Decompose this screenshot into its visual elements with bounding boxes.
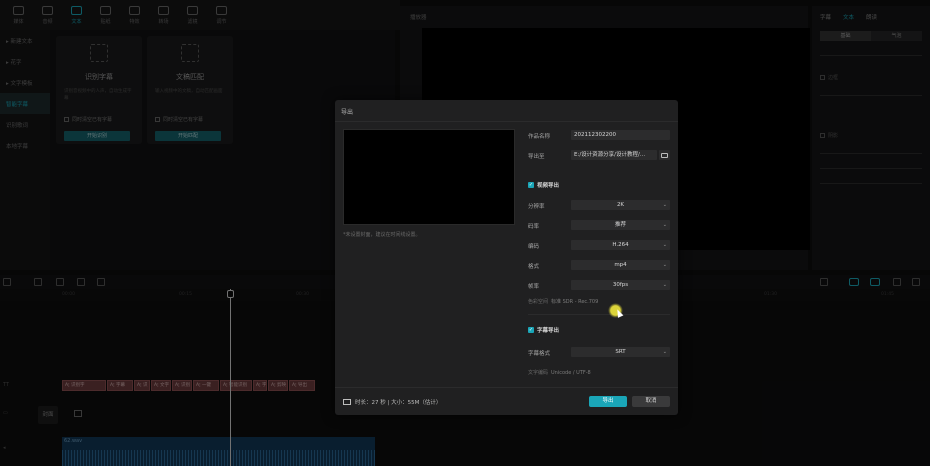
export-button[interactable]: 导出 bbox=[589, 396, 627, 407]
chevron-down-icon: ⌄ bbox=[662, 202, 667, 208]
chevron-down-icon: ⌄ bbox=[662, 222, 667, 228]
path-label: 导出至 bbox=[528, 154, 545, 160]
option-select[interactable]: mp4 ⌄ bbox=[571, 260, 670, 270]
subtitle-export-checkbox[interactable]: ✓ 字幕导出 bbox=[528, 326, 559, 334]
path-input[interactable]: E:/设计资源分享/设计教程/... bbox=[571, 150, 657, 160]
option-select[interactable]: H.264 ⌄ bbox=[571, 240, 670, 250]
chevron-down-icon: ⌄ bbox=[662, 262, 667, 268]
option-label: 格式 bbox=[528, 264, 540, 270]
dialog-footer: 时长：27 秒 | 大小：55M（估计） 导出 取消 bbox=[335, 387, 678, 415]
check-icon: ✓ bbox=[528, 327, 534, 333]
chevron-down-icon: ⌄ bbox=[662, 349, 667, 355]
subtitle-format-label: 字幕格式 bbox=[528, 351, 551, 357]
cover-hint: *未设置封面，建议在时间线设置。 bbox=[343, 232, 421, 238]
export-dialog: 导出 *未设置封面，建议在时间线设置。 作品名称 202112302200 导出… bbox=[335, 100, 678, 415]
option-select[interactable]: 推荐 ⌄ bbox=[571, 220, 670, 230]
divider bbox=[335, 121, 678, 122]
browse-folder-button[interactable] bbox=[659, 150, 670, 160]
option-label: 编码 bbox=[528, 244, 540, 250]
subtitle-format-select[interactable]: SRT ⌄ bbox=[571, 347, 670, 357]
text-encoding-info: 文字编码 Unicode / UTF-8 bbox=[528, 370, 591, 376]
name-input[interactable]: 202112302200 bbox=[571, 130, 670, 140]
folder-icon bbox=[661, 152, 668, 158]
dialog-title: 导出 bbox=[341, 109, 354, 116]
cancel-button[interactable]: 取消 bbox=[632, 396, 670, 407]
check-icon: ✓ bbox=[528, 182, 534, 188]
option-label: 码率 bbox=[528, 224, 540, 230]
video-export-checkbox[interactable]: ✓ 视频导出 bbox=[528, 181, 559, 189]
cover-preview[interactable] bbox=[343, 129, 515, 225]
name-label: 作品名称 bbox=[528, 134, 551, 140]
option-label: 帧率 bbox=[528, 284, 540, 290]
separator bbox=[528, 314, 670, 315]
chevron-down-icon: ⌄ bbox=[662, 242, 667, 248]
option-select[interactable]: 30fps ⌄ bbox=[571, 280, 670, 290]
option-label: 分辨率 bbox=[528, 204, 545, 210]
film-icon bbox=[343, 399, 351, 405]
chevron-down-icon: ⌄ bbox=[662, 282, 667, 288]
color-space-info: 色彩空间 标准 SDR - Rec.709 bbox=[528, 299, 599, 305]
option-select[interactable]: 2K ⌄ bbox=[571, 200, 670, 210]
export-summary: 时长：27 秒 | 大小：55M（估计） bbox=[343, 398, 441, 406]
